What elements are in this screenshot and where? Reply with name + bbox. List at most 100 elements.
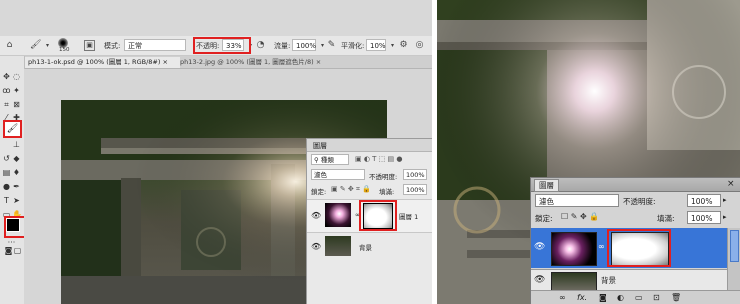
tab-label: ph13-1-ok.psd @ 100% (圖層 1, RGB/8#)	[28, 58, 161, 66]
history-brush-icon[interactable]: ↺	[2, 154, 11, 163]
link-icon: ∞	[598, 242, 605, 251]
panel-tab-layers[interactable]: 圖層	[534, 179, 559, 192]
path-select-icon[interactable]: ➤	[12, 196, 21, 205]
gear-icon[interactable]: ⚙	[398, 40, 409, 51]
smoothing-field[interactable]: 10%	[366, 39, 386, 51]
layer-thumbnail	[551, 232, 597, 266]
layer-row-1[interactable]: 👁 ∞ 圖層 1	[307, 199, 432, 233]
lock-icons[interactable]: ☐ ✎ ✥ 🔒	[561, 212, 599, 221]
add-mask-icon[interactable]: ◙	[599, 293, 607, 302]
blend-row: 濾色 不透明度: 100%	[307, 168, 432, 181]
lock-icons[interactable]: ▣ ✎ ✥ ⌗ 🔒	[331, 185, 371, 194]
lock-row: 鎖定: ▣ ✎ ✥ ⌗ 🔒 填滿: 100%	[307, 183, 432, 196]
lock-label: 鎖定:	[535, 214, 553, 223]
marquee-icon[interactable]: ◌	[12, 72, 21, 81]
chevron-right-icon[interactable]: ▸	[723, 196, 727, 204]
close-icon[interactable]: ×	[727, 179, 735, 189]
layer-thumbnail	[325, 203, 351, 227]
layer-row-1[interactable]: 👁 ∞	[531, 228, 727, 268]
eye-icon[interactable]: 👁	[534, 242, 545, 252]
opacity-field[interactable]: 100%	[687, 194, 721, 207]
opacity-label: 不透明度:	[623, 197, 656, 206]
eraser-icon[interactable]: ◆	[12, 154, 21, 163]
layer-name: 背景	[601, 276, 616, 285]
flow-label: 流量:	[274, 42, 291, 50]
blur-icon[interactable]: ♦	[12, 168, 21, 177]
close-icon[interactable]: ×	[162, 58, 167, 66]
photoshop-cs-window: 圖層 × 濾色 不透明度: 100% ▸ 鎖定: ☐ ✎ ✥ 🔒 填滿: 100…	[437, 0, 740, 304]
chevron-right-icon[interactable]: ▸	[723, 213, 727, 221]
blend-mode-select[interactable]: 濾色	[311, 169, 365, 180]
link-layers-icon[interactable]: ∞	[559, 293, 566, 302]
fill-field[interactable]: 100%	[403, 184, 427, 195]
chevron-down-icon[interactable]: ▾	[387, 40, 398, 51]
eye-icon[interactable]: 👁	[534, 275, 545, 285]
panel-header: 圖層 ×	[531, 178, 740, 192]
photoshop-cc-window: ⌂ 🖌 ▾ 150 ▣ 模式: 正常 不透明: 33% ▾ ◔ 流量: 100%…	[0, 0, 432, 304]
stamp-icon[interactable]: ⊥	[12, 140, 21, 149]
pen-icon[interactable]: ✒	[12, 182, 21, 191]
document-tabs: ph13-1-ok.psd @ 100% (圖層 1, RGB/8#) × ph…	[24, 56, 432, 69]
layer-row-background[interactable]: 👁 背景	[531, 269, 727, 291]
mode-select[interactable]: 正常	[124, 39, 186, 51]
fill-field[interactable]: 100%	[687, 211, 721, 224]
new-layer-icon[interactable]: ⊡	[653, 293, 660, 302]
foreground-color-swatch[interactable]	[6, 218, 20, 232]
layers-filter-row: ⚲ 種類 ▣ ◐ T ⬚ ▤ ●	[307, 153, 432, 166]
tab-label: ph13-2.jpg @ 100% (圖層 1, 圖層遮色片/8)	[180, 58, 314, 66]
fx-icon[interactable]: fx.	[577, 293, 587, 302]
opacity-field[interactable]: 100%	[403, 169, 427, 180]
mode-label: 模式:	[104, 42, 121, 50]
opacity-highlight	[193, 37, 251, 54]
fill-label: 填滿:	[657, 214, 675, 223]
close-icon[interactable]: ×	[316, 58, 321, 66]
tab-ph13-1[interactable]: ph13-1-ok.psd @ 100% (圖層 1, RGB/8#) ×	[24, 57, 180, 68]
dodge-icon[interactable]: ●	[2, 182, 11, 191]
crop-icon[interactable]: ⌗	[2, 100, 11, 109]
filter-kind-select[interactable]: ⚲ 種類	[311, 154, 349, 165]
flow-field[interactable]: 100%	[292, 39, 316, 51]
move-icon[interactable]: ✥	[2, 72, 11, 81]
layer-name: 圖層 1	[399, 213, 419, 221]
lock-row: 鎖定: ☐ ✎ ✥ 🔒 填滿: 100% ▸	[531, 210, 740, 226]
layers-panel-cs: 圖層 × 濾色 不透明度: 100% ▸ 鎖定: ☐ ✎ ✥ 🔒 填滿: 100…	[530, 177, 740, 304]
opacity-label: 不透明度:	[369, 173, 398, 181]
gradient-icon[interactable]: ▤	[2, 168, 11, 177]
options-bar: ⌂ 🖌 ▾ 150 ▣ 模式: 正常 不透明: 33% ▾ ◔ 流量: 100%…	[0, 36, 432, 56]
blend-row: 濾色 不透明度: 100% ▸	[531, 193, 740, 209]
brush-icon[interactable]: 🖌	[30, 40, 41, 51]
brush-size: 150	[59, 47, 70, 53]
filter-kind-label: 種類	[320, 156, 334, 164]
new-group-icon[interactable]: ▭	[635, 293, 643, 302]
eye-icon[interactable]: 👁	[311, 242, 321, 251]
smoothing-label: 平滑化:	[341, 42, 365, 50]
pressure-size-icon[interactable]: ◎	[414, 40, 425, 51]
brush-settings-icon[interactable]: ▣	[84, 40, 95, 51]
tab-ph13-2[interactable]: ph13-2.jpg @ 100% (圖層 1, 圖層遮色片/8) ×	[176, 57, 344, 68]
lasso-icon[interactable]: ꝏ	[2, 86, 11, 95]
frame-icon[interactable]: ⊠	[12, 100, 21, 109]
blend-mode-select[interactable]: 濾色	[535, 194, 619, 207]
type-icon[interactable]: T	[2, 196, 11, 205]
scrollbar-thumb[interactable]	[730, 230, 739, 262]
home-icon[interactable]: ⌂	[4, 40, 15, 51]
pressure-opacity-icon[interactable]: ◔	[255, 40, 266, 51]
fill-label: 填滿:	[379, 188, 395, 196]
filter-icons[interactable]: ▣ ◐ T ⬚ ▤ ●	[355, 155, 402, 163]
panel-footer: ∞ fx. ◙ ◐ ▭ ⊡ 🗑	[531, 290, 740, 304]
layer-row-background[interactable]: 👁 背景	[307, 233, 432, 259]
tools-panel: ✥ ◌ ꝏ ✦ ⌗ ⊠ ⁄ ✚ 🖌 ⊥ ↺ ◆ ▤ ♦ ● ✒ T ➤ ▭ ✋ …	[0, 56, 26, 304]
magic-wand-icon[interactable]: ✦	[12, 86, 21, 95]
adjustment-layer-icon[interactable]: ◐	[617, 293, 624, 302]
quick-mask-icon[interactable]: ◙	[4, 246, 13, 255]
screen-mode-icon[interactable]: ▢	[13, 246, 22, 255]
layer-thumbnail	[551, 272, 597, 291]
trash-icon[interactable]: 🗑	[671, 293, 681, 302]
mask-highlight	[607, 229, 671, 267]
brush-tool-icon[interactable]: 🖌	[3, 120, 22, 138]
layers-panel-header: 圖層	[307, 139, 432, 152]
scrollbar[interactable]	[727, 228, 740, 298]
chevron-down-icon[interactable]: ▾	[42, 40, 53, 51]
eye-icon[interactable]: 👁	[311, 211, 321, 220]
airbrush-icon[interactable]: ✎	[326, 40, 337, 51]
